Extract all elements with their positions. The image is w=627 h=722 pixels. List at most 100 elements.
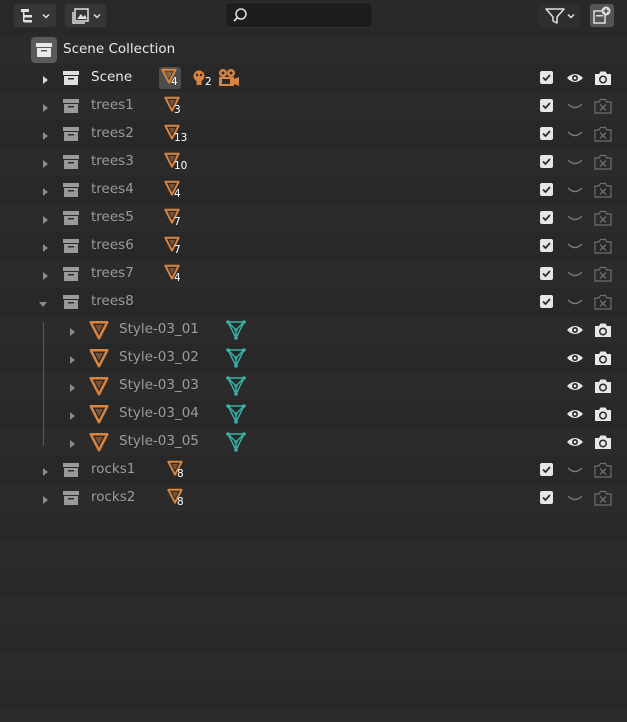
exclude-checkbox[interactable] <box>540 183 553 196</box>
eye-closed-icon[interactable] <box>566 98 584 114</box>
expand-arrow-icon[interactable] <box>40 185 50 196</box>
display-mode-dropdown[interactable] <box>13 3 57 28</box>
exclude-checkbox[interactable] <box>540 99 553 112</box>
search-input[interactable] <box>252 7 366 23</box>
collection-row[interactable]: trees3 10 <box>0 148 627 176</box>
camera-icon[interactable] <box>594 350 612 366</box>
eye-closed-icon[interactable] <box>566 210 584 226</box>
scene-collection-row[interactable]: Scene Collection <box>0 36 627 64</box>
eye-closed-icon[interactable] <box>566 154 584 170</box>
camera-object-icon[interactable] <box>216 68 240 92</box>
eye-closed-icon[interactable] <box>566 126 584 142</box>
eye-closed-icon[interactable] <box>566 462 584 478</box>
exclude-checkbox[interactable] <box>540 267 553 280</box>
scene-row[interactable]: Scene 4 2 <box>0 64 627 92</box>
camera-disabled-icon[interactable] <box>594 210 612 226</box>
chevron-down-icon <box>42 13 50 19</box>
eye-closed-icon[interactable] <box>566 294 584 310</box>
camera-icon[interactable] <box>594 434 612 450</box>
expand-arrow-icon[interactable] <box>40 73 50 84</box>
light-count-badge[interactable]: 2 <box>188 67 212 89</box>
eye-icon[interactable] <box>566 378 584 394</box>
exclude-checkbox[interactable] <box>540 463 553 476</box>
eye-closed-icon[interactable] <box>566 266 584 282</box>
exclude-checkbox[interactable] <box>540 491 553 504</box>
collection-row[interactable]: rocks2 8 <box>0 484 627 512</box>
camera-disabled-icon[interactable] <box>594 294 612 310</box>
expand-arrow-icon[interactable] <box>40 269 50 280</box>
camera-disabled-icon[interactable] <box>594 238 612 254</box>
eye-closed-icon[interactable] <box>566 490 584 506</box>
camera-disabled-icon[interactable] <box>594 154 612 170</box>
expand-arrow-icon[interactable] <box>40 213 50 224</box>
expand-arrow-icon[interactable] <box>40 241 50 252</box>
object-count-badge[interactable]: 4 <box>162 179 184 201</box>
object-count-badge[interactable]: 8 <box>165 487 187 509</box>
mesh-data-icon[interactable] <box>225 403 247 429</box>
collection-row[interactable]: rocks1 8 <box>0 456 627 484</box>
filter-dropdown[interactable] <box>538 3 581 28</box>
collection-row[interactable]: trees7 4 <box>0 260 627 288</box>
object-count-badge[interactable]: 7 <box>162 235 184 257</box>
expand-arrow-icon[interactable] <box>67 325 77 336</box>
object-row[interactable]: Style-03_05 <box>0 428 627 456</box>
search-field[interactable] <box>225 2 373 28</box>
camera-disabled-icon[interactable] <box>594 462 612 478</box>
expand-arrow-icon[interactable] <box>40 493 50 504</box>
mesh-data-icon[interactable] <box>225 431 247 457</box>
collection-row[interactable]: trees2 13 <box>0 120 627 148</box>
exclude-checkbox[interactable] <box>540 155 553 168</box>
camera-icon[interactable] <box>594 70 612 86</box>
mesh-data-icon[interactable] <box>225 347 247 373</box>
eye-icon[interactable] <box>566 434 584 450</box>
object-row[interactable]: Style-03_01 <box>0 316 627 344</box>
expand-arrow-icon[interactable] <box>67 381 77 392</box>
eye-icon[interactable] <box>566 70 584 86</box>
object-count-badge[interactable]: 13 <box>162 123 187 145</box>
exclude-checkbox[interactable] <box>540 71 553 84</box>
expand-arrow-icon[interactable] <box>40 101 50 112</box>
camera-disabled-icon[interactable] <box>594 182 612 198</box>
eye-closed-icon[interactable] <box>566 182 584 198</box>
object-row[interactable]: Style-03_03 <box>0 372 627 400</box>
camera-disabled-icon[interactable] <box>594 266 612 282</box>
collection-row[interactable]: trees1 3 <box>0 92 627 120</box>
expand-arrow-icon[interactable] <box>40 129 50 140</box>
eye-closed-icon[interactable] <box>566 238 584 254</box>
collapse-arrow-icon[interactable] <box>38 297 48 307</box>
eye-icon[interactable] <box>566 322 584 338</box>
mesh-data-icon[interactable] <box>225 319 247 345</box>
expand-arrow-icon[interactable] <box>67 409 77 420</box>
expand-arrow-icon[interactable] <box>40 465 50 476</box>
exclude-checkbox[interactable] <box>540 127 553 140</box>
camera-icon[interactable] <box>594 378 612 394</box>
eye-icon[interactable] <box>566 406 584 422</box>
object-count-badge[interactable]: 4 <box>159 67 181 89</box>
camera-disabled-icon[interactable] <box>594 490 612 506</box>
object-count-badge[interactable]: 8 <box>165 459 187 481</box>
object-count-badge[interactable]: 10 <box>162 151 187 173</box>
collection-row[interactable]: trees4 4 <box>0 176 627 204</box>
exclude-checkbox[interactable] <box>540 211 553 224</box>
camera-icon[interactable] <box>594 406 612 422</box>
exclude-checkbox[interactable] <box>540 295 553 308</box>
view-layer-dropdown[interactable] <box>64 3 107 28</box>
expand-arrow-icon[interactable] <box>40 157 50 168</box>
object-count-badge[interactable]: 3 <box>162 95 184 117</box>
eye-icon[interactable] <box>566 350 584 366</box>
object-count-badge[interactable]: 7 <box>162 207 184 229</box>
camera-disabled-icon[interactable] <box>594 98 612 114</box>
camera-icon[interactable] <box>594 322 612 338</box>
expand-arrow-icon[interactable] <box>67 437 77 448</box>
collection-row[interactable]: trees5 7 <box>0 204 627 232</box>
object-count-badge[interactable]: 4 <box>162 263 184 285</box>
mesh-data-icon[interactable] <box>225 375 247 401</box>
camera-disabled-icon[interactable] <box>594 126 612 142</box>
collection-row[interactable]: trees6 7 <box>0 232 627 260</box>
exclude-checkbox[interactable] <box>540 239 553 252</box>
expand-arrow-icon[interactable] <box>67 353 77 364</box>
object-row[interactable]: Style-03_02 <box>0 344 627 372</box>
new-collection-button[interactable] <box>589 3 615 28</box>
object-row[interactable]: Style-03_04 <box>0 400 627 428</box>
collection-row-expanded[interactable]: trees8 <box>0 288 627 316</box>
